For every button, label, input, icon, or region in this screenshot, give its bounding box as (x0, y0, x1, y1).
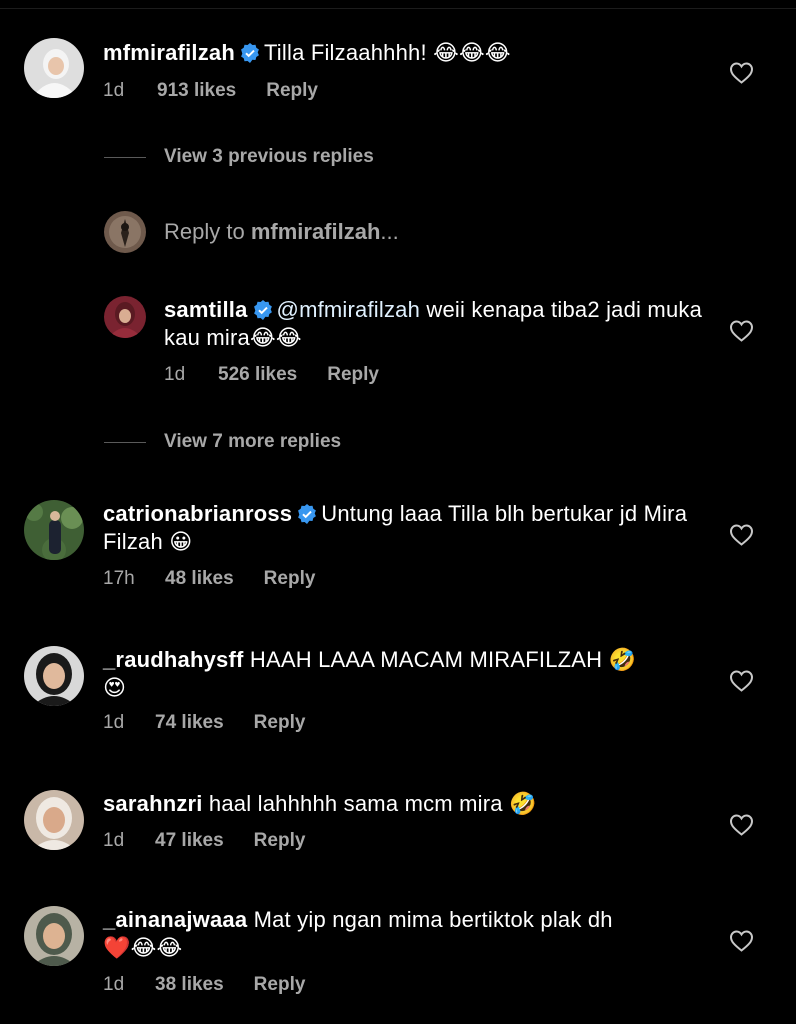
likes-count[interactable]: 913 likes (157, 80, 236, 102)
like-heart-icon[interactable] (729, 670, 754, 692)
emoji: 😂 (249, 325, 276, 350)
avatar[interactable] (24, 906, 84, 966)
emoji: 😍 (103, 675, 127, 700)
like-heart-icon[interactable] (729, 814, 754, 836)
comment-text: _raudhahysff HAAH LAAA MACAM MIRAFILZAH … (103, 646, 703, 702)
emoji: 😂 (275, 325, 302, 350)
emoji: 😀 (169, 529, 193, 554)
timestamp: 1d (164, 364, 186, 385)
username[interactable]: _raudhahysff (103, 647, 244, 672)
emoji: 🤣 (608, 647, 637, 672)
avatar[interactable] (24, 38, 84, 98)
reply-to-row[interactable]: Reply to mfmirafilzah... (104, 211, 704, 255)
timestamp: 1d (103, 712, 125, 733)
reply-button[interactable]: Reply (327, 364, 379, 386)
username[interactable]: mfmirafilzah (103, 40, 235, 65)
timestamp: 1d (103, 974, 125, 995)
username[interactable]: catrionabrianross (103, 501, 292, 526)
top-divider (0, 8, 796, 9)
comment-body: Mat yip ngan mima bertiktok plak dh (247, 907, 613, 932)
comment-body: haal lahhhhh sama mcm mira (202, 791, 510, 816)
username[interactable]: _ainanajwaaa (103, 907, 247, 932)
view-more-label[interactable]: View 7 more replies (164, 431, 341, 453)
timestamp: 1d (103, 830, 125, 851)
emoji: ❤️ (103, 935, 131, 960)
divider-line (104, 157, 146, 158)
like-heart-icon[interactable] (729, 320, 754, 342)
my-avatar (104, 211, 146, 253)
reply-to-username: mfmirafilzah (250, 219, 381, 244)
comment-meta: 1d 38 likes Reply (103, 974, 305, 996)
reply-button[interactable]: Reply (264, 568, 316, 590)
comment-text: sarahnzri haal lahhhhh sama mcm mira 🤣 (103, 790, 703, 818)
likes-count[interactable]: 48 likes (165, 568, 234, 590)
like-heart-icon[interactable] (729, 524, 754, 546)
comment-meta: 17h 48 likes Reply (103, 568, 315, 590)
comment-meta: 1d 47 likes Reply (103, 830, 305, 852)
emoji: 🤣 (509, 791, 537, 816)
avatar[interactable] (24, 790, 84, 850)
verified-badge-icon (241, 43, 259, 63)
comment-meta: 1d 913 likes Reply (103, 80, 318, 102)
avatar[interactable] (104, 296, 146, 338)
reply-button[interactable]: Reply (254, 974, 306, 996)
likes-count[interactable]: 38 likes (155, 974, 224, 996)
reply-to-text[interactable]: Reply to mfmirafilzah... (164, 219, 399, 245)
likes-count[interactable]: 74 likes (155, 712, 224, 734)
reply-button[interactable]: Reply (254, 712, 306, 734)
like-heart-icon[interactable] (729, 930, 754, 952)
comment-text: mfmirafilzah Tilla Filzaahhhh! 😂😂😂 (103, 39, 703, 67)
emoji: 😂 (484, 40, 511, 65)
likes-count[interactable]: 526 likes (218, 364, 297, 386)
likes-count[interactable]: 47 likes (155, 830, 224, 852)
mention-link[interactable]: @mfmirafilzah (277, 297, 421, 322)
reply-button[interactable]: Reply (254, 830, 306, 852)
view-previous-label[interactable]: View 3 previous replies (164, 146, 374, 168)
comment-text: catrionabrianross Untung laaa Tilla blh b… (103, 500, 703, 556)
divider-line (104, 442, 146, 443)
comment-body: HAAH LAAA MACAM MIRAFILZAH (243, 647, 609, 672)
comment-text: samtilla @mfmirafilzah weii kenapa tiba2 … (164, 296, 724, 352)
reply-to-prefix: Reply to (164, 219, 251, 244)
reply-to-suffix: ... (380, 219, 399, 244)
comment-meta: 1d 74 likes Reply (103, 712, 305, 734)
emoji: 😂 (156, 935, 183, 960)
avatar[interactable] (24, 646, 84, 706)
comment-body: Tilla Filzaahhhh! (263, 40, 434, 65)
verified-badge-icon (298, 504, 317, 524)
avatar[interactable] (24, 500, 84, 560)
timestamp: 17h (103, 568, 135, 589)
like-heart-icon[interactable] (729, 62, 754, 84)
comment-meta: 1d 526 likes Reply (164, 364, 379, 386)
username[interactable]: samtilla (164, 297, 248, 322)
emoji: 😂 (458, 40, 485, 65)
emoji: 😂 (433, 40, 459, 65)
comment-text: _ainanajwaaa Mat yip ngan mima bertiktok… (103, 906, 703, 962)
emoji: 😂 (130, 935, 157, 960)
reply-button[interactable]: Reply (266, 80, 318, 102)
timestamp: 1d (103, 80, 125, 101)
username[interactable]: sarahnzri (103, 791, 203, 816)
verified-badge-icon (253, 300, 272, 320)
